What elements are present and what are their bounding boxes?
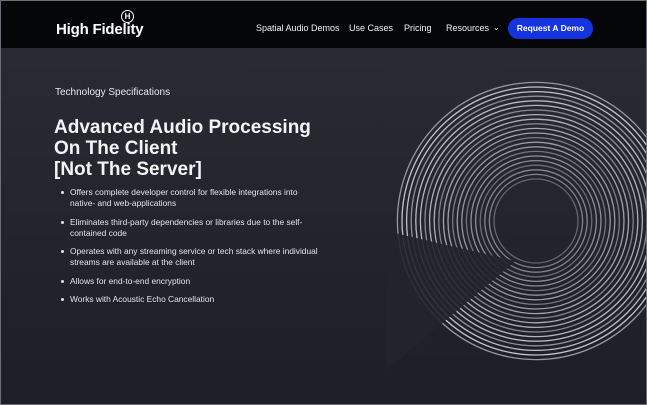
page: High Fidelity H Spatial Audio Demos Use …	[0, 0, 647, 405]
nav-spatial-audio-demos[interactable]: Spatial Audio Demos	[256, 23, 340, 33]
headline-line-2: On The Client	[54, 138, 178, 159]
section-eyebrow: Technology Specifications	[55, 87, 171, 98]
brand-mark-icon: H	[121, 10, 134, 23]
feature-item: Offers complete developer control for fl…	[59, 187, 329, 209]
feature-item: Eliminates third-party dependencies or l…	[59, 217, 329, 239]
feature-list: Offers complete developer control for fl…	[59, 187, 329, 313]
hero-headline: Advanced Audio Processing On The Client …	[54, 117, 311, 180]
ring-gap	[386, 231, 516, 371]
feature-text-line: native- and web-applications	[70, 198, 177, 208]
ring-stroke	[493, 178, 579, 264]
ring-stroke	[488, 173, 584, 269]
feature-item: Operates with any streaming service or t…	[59, 246, 329, 268]
headline-line-1: Advanced Audio Processing	[54, 117, 311, 138]
ring-stroke	[484, 169, 588, 273]
concentric-rings-graphic	[386, 81, 646, 371]
nav-resources-label: Resources	[446, 23, 490, 33]
feature-text-line: Works with Acoustic Echo Cancellation	[70, 294, 215, 304]
top-navigation-bar: High Fidelity H Spatial Audio Demos Use …	[1, 1, 646, 48]
nav-resources[interactable]: Resources ⌄	[446, 23, 500, 33]
feature-text-line: Operates with any streaming service or t…	[70, 246, 318, 256]
feature-text-line: Allows for end-to-end encryption	[70, 275, 191, 286]
headline-line-3: [Not The Server]	[54, 159, 202, 180]
brand-logo[interactable]: High Fidelity	[56, 21, 144, 38]
chevron-down-icon: ⌄	[493, 23, 500, 32]
nav-pricing[interactable]: Pricing	[404, 23, 432, 33]
feature-item: Works with Acoustic Echo Cancellation	[59, 294, 329, 305]
feature-text-line: Eliminates third-party dependencies or l…	[70, 216, 303, 227]
feature-text-line: Offers complete developer control for fl…	[70, 187, 298, 197]
nav-use-cases[interactable]: Use Cases	[349, 23, 393, 33]
request-demo-button[interactable]: Request A Demo	[508, 18, 593, 39]
feature-item: Allows for end-to-end encryption	[59, 276, 329, 287]
feature-text-line: contained code	[70, 227, 127, 238]
feature-text-line: streams are available at the client	[70, 257, 195, 267]
